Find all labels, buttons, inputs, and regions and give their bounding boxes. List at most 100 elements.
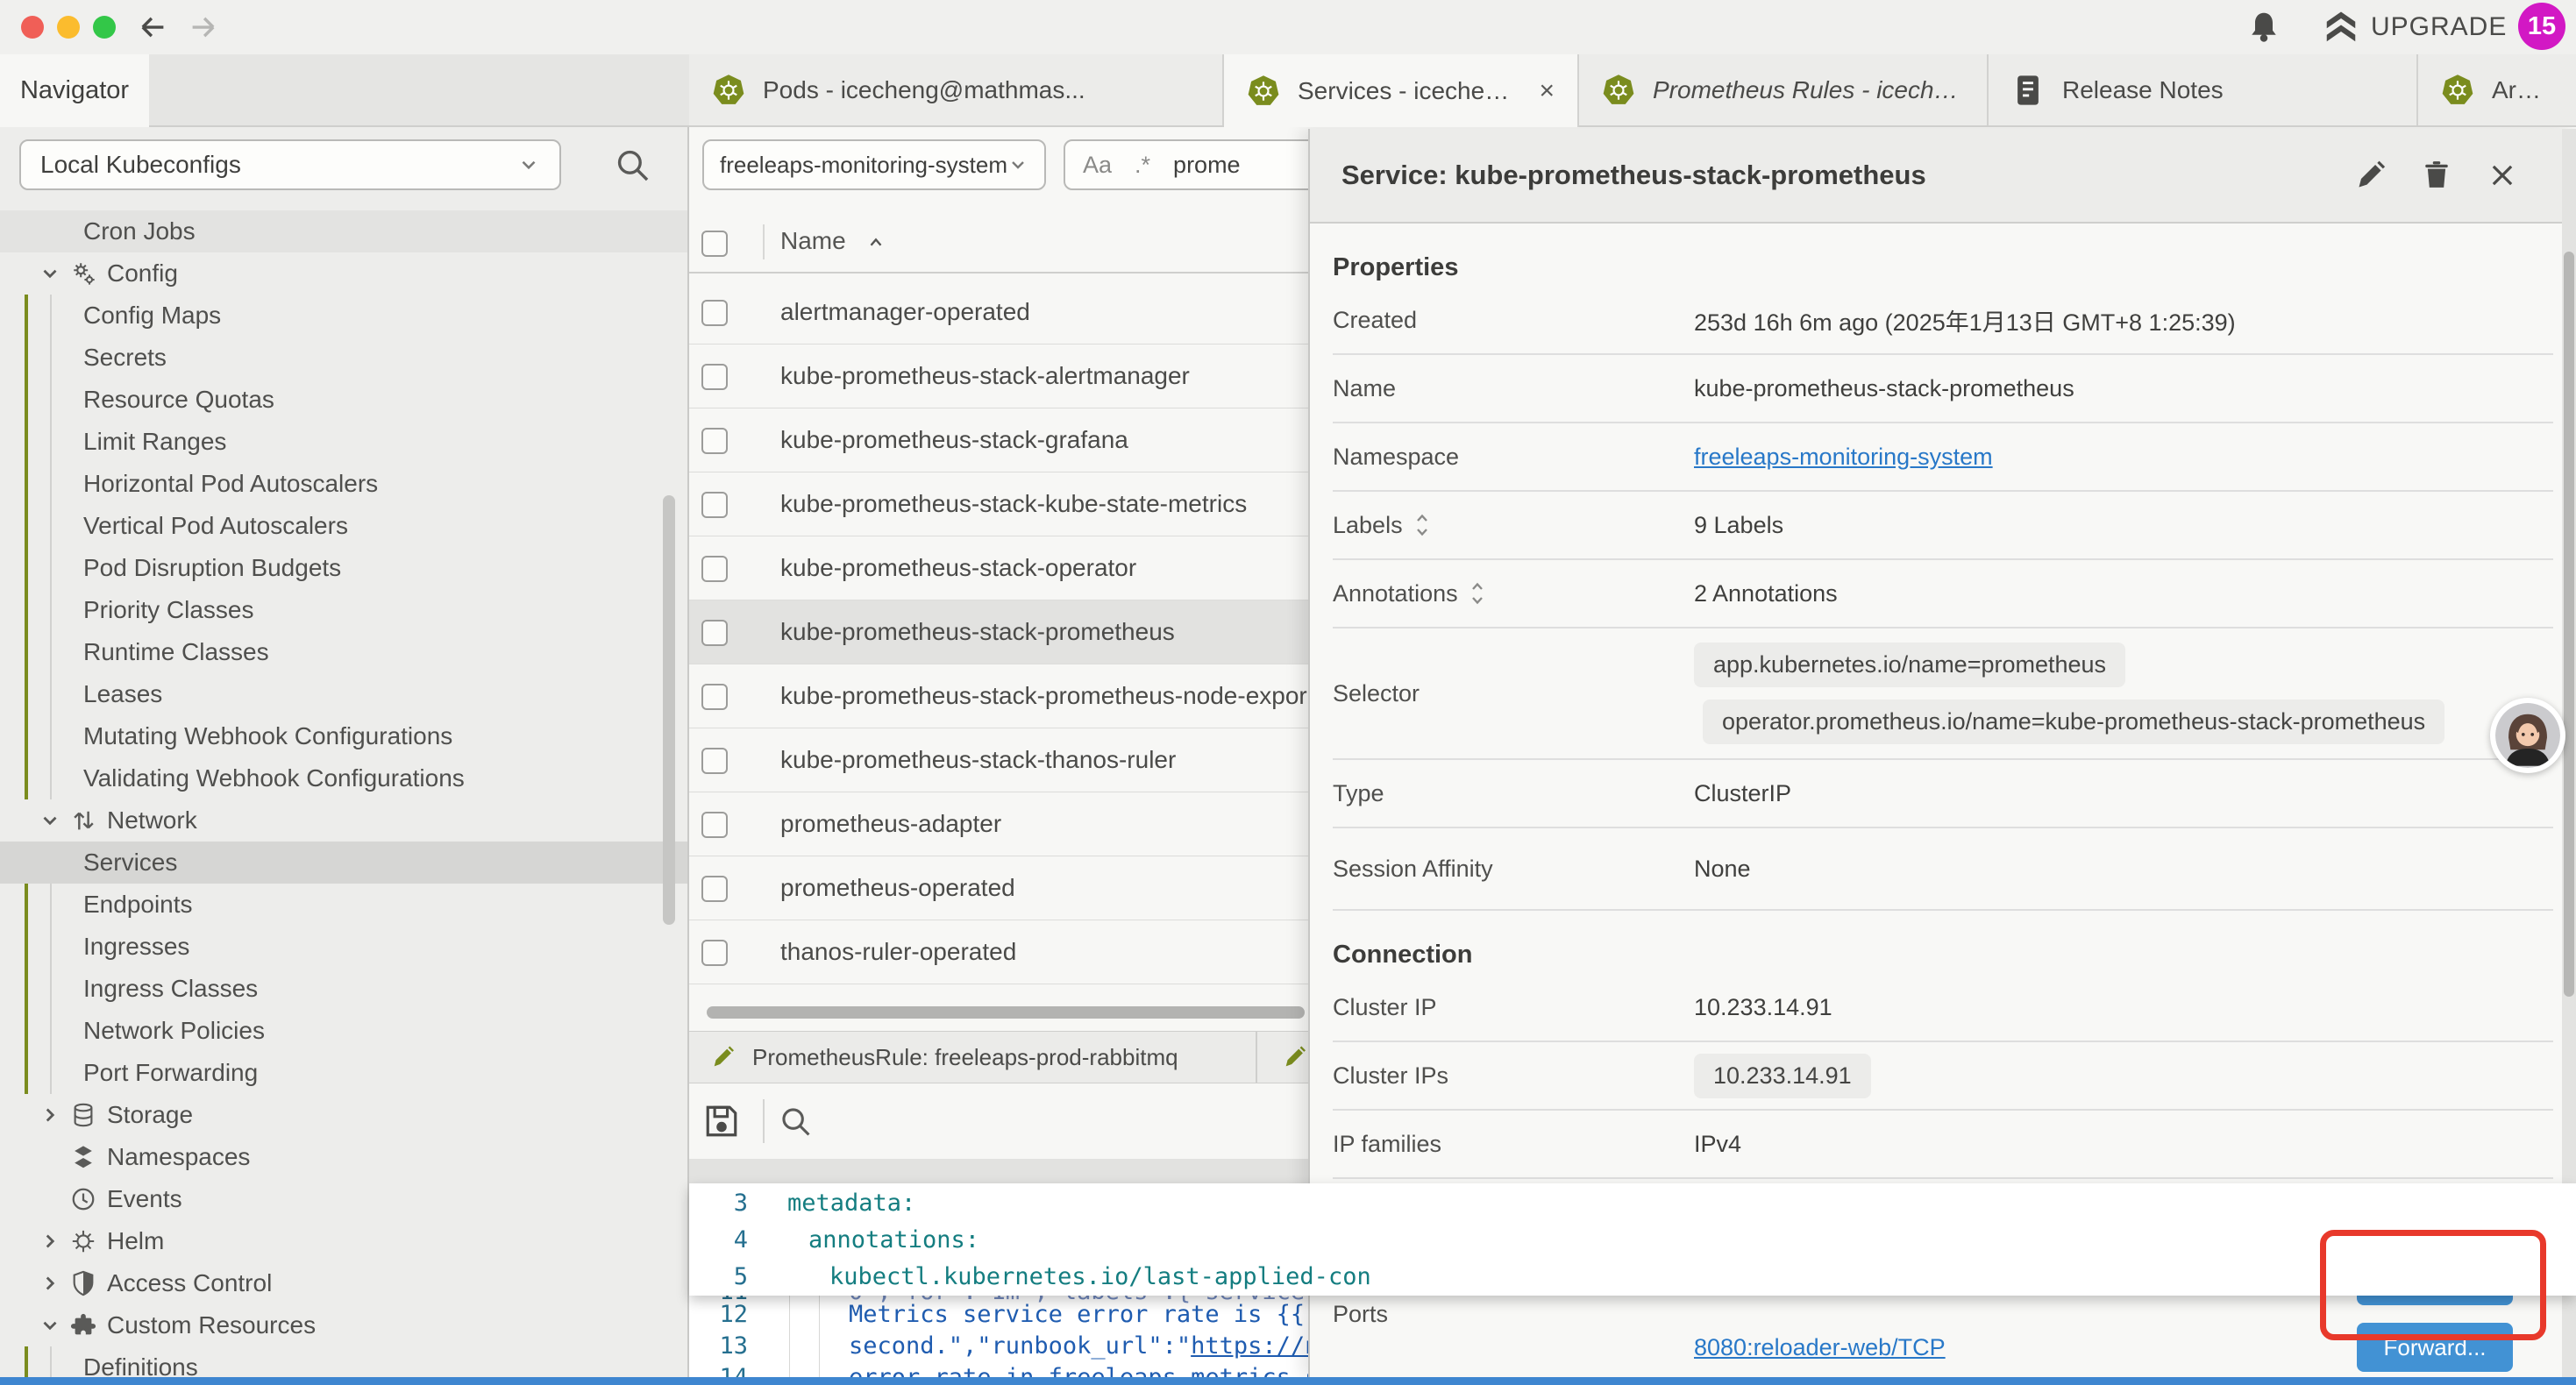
sidebar-item-pod-disruption-budgets[interactable]: Pod Disruption Budgets — [0, 547, 687, 589]
sidebar-item-ingress-classes[interactable]: Ingress Classes — [0, 968, 687, 1010]
line-number: 5 — [689, 1263, 748, 1290]
row-checkbox[interactable] — [701, 748, 728, 774]
save-icon[interactable] — [703, 1103, 740, 1140]
sidebar-item-label: Ingress Classes — [83, 975, 258, 1003]
forward-button[interactable]: Forward... — [2357, 1323, 2513, 1372]
assistant-avatar[interactable] — [2490, 698, 2565, 773]
sort-icon[interactable] — [1470, 580, 1484, 607]
sort-ascending-icon[interactable] — [866, 233, 886, 252]
tab-services-icecheng-math[interactable]: Services - icecheng@math...× — [1224, 54, 1579, 127]
sidebar-item-priority-classes[interactable]: Priority Classes — [0, 589, 687, 631]
sidebar-item-leases[interactable]: Leases — [0, 673, 687, 715]
sidebar-item-label: Events — [107, 1185, 182, 1213]
chevron-down-icon — [39, 262, 61, 285]
sidebar-item-network[interactable]: Network — [0, 799, 687, 842]
selector-chip: operator.prometheus.io/name=kube-prometh… — [1703, 700, 2444, 744]
match-case-icon[interactable]: Aa — [1083, 152, 1112, 179]
namespace-selector[interactable]: freeleaps-monitoring-system — [702, 139, 1046, 190]
kubeconfig-selector[interactable]: Local Kubeconfigs — [19, 139, 561, 190]
editor-tab-prometheusrule[interactable]: PrometheusRule: freeleaps-prod-rabbitmq — [689, 1032, 1257, 1083]
row-checkbox[interactable] — [701, 364, 728, 390]
sidebar-item-network-policies[interactable]: Network Policies — [0, 1010, 687, 1052]
sidebar-item-access-control[interactable]: Access Control — [0, 1262, 687, 1304]
horizontal-scrollbar-thumb[interactable] — [707, 1006, 1305, 1019]
back-arrow-icon[interactable] — [137, 11, 168, 43]
close-icon[interactable] — [2487, 160, 2518, 191]
row-checkbox[interactable] — [701, 620, 728, 646]
sidebar-item-namespaces[interactable]: Namespaces — [0, 1136, 687, 1178]
edit-pencil-icon[interactable] — [2355, 160, 2387, 191]
navigator-search-icon[interactable] — [614, 146, 651, 183]
sidebar-item-config[interactable]: Config — [0, 252, 687, 295]
sidebar-item-cron-jobs[interactable]: Cron Jobs — [0, 210, 687, 252]
row-checkbox[interactable] — [701, 300, 728, 326]
minimize-window-button[interactable] — [57, 16, 80, 39]
tab-pods-icecheng-mathmas[interactable]: Pods - icecheng@mathmas... — [689, 54, 1224, 125]
code-line: 4annotations: — [689, 1224, 2576, 1255]
navigator-panel-tab[interactable]: Navigator — [0, 54, 149, 127]
sidebar-item-secrets[interactable]: Secrets — [0, 337, 687, 379]
upgrade-icon[interactable] — [2323, 10, 2359, 45]
detail-label: Created — [1333, 307, 1417, 334]
tree-scrollbar-thumb[interactable] — [663, 495, 675, 925]
sidebar-item-custom-resources[interactable]: Custom Resources — [0, 1304, 687, 1346]
sidebar-item-horizontal-pod-autoscalers[interactable]: Horizontal Pod Autoscalers — [0, 463, 687, 505]
notifications-bell-icon[interactable] — [2246, 10, 2281, 45]
forward-arrow-icon[interactable] — [188, 11, 219, 43]
port-link[interactable]: 8080:reloader-web/TCP — [1694, 1334, 1946, 1361]
sidebar-item-label: Priority Classes — [83, 596, 253, 624]
row-checkbox[interactable] — [701, 812, 728, 838]
delete-trash-icon[interactable] — [2422, 160, 2451, 191]
sidebar-item-limit-ranges[interactable]: Limit Ranges — [0, 421, 687, 463]
select-all-checkbox[interactable] — [701, 231, 728, 257]
sidebar-item-config-maps[interactable]: Config Maps — [0, 295, 687, 337]
sidebar-item-ingresses[interactable]: Ingresses — [0, 926, 687, 968]
sort-icon[interactable] — [1415, 512, 1429, 538]
sidebar-item-port-forwarding[interactable]: Port Forwarding — [0, 1052, 687, 1094]
row-checkbox[interactable] — [701, 876, 728, 902]
row-checkbox[interactable] — [701, 492, 728, 518]
tab-argo-se[interactable]: Argo Se — [2418, 54, 2576, 125]
sidebar-item-services[interactable]: Services — [0, 842, 687, 884]
detail-row-cluster-ips: Cluster IPs10.233.14.91 — [1333, 1042, 2553, 1111]
sidebar-item-vertical-pod-autoscalers[interactable]: Vertical Pod Autoscalers — [0, 505, 687, 547]
row-checkbox[interactable] — [701, 428, 728, 454]
row-checkbox[interactable] — [701, 684, 728, 710]
detail-label: Ports — [1333, 1301, 1388, 1328]
chevron-down-icon — [1007, 154, 1028, 175]
sidebar-item-runtime-classes[interactable]: Runtime Classes — [0, 631, 687, 673]
detail-label: Session Affinity — [1333, 856, 1493, 883]
tab-release-notes[interactable]: Release Notes — [1989, 54, 2418, 125]
sidebar-item-definitions[interactable]: Definitions — [0, 1346, 687, 1378]
sidebar-item-label: Namespaces — [107, 1143, 250, 1171]
name-column-header[interactable]: Name — [780, 227, 846, 255]
sidebar-item-validating-webhook-configurations[interactable]: Validating Webhook Configurations — [0, 757, 687, 799]
maximize-window-button[interactable] — [93, 16, 116, 39]
detail-scrollbar-thumb[interactable] — [2564, 252, 2574, 997]
tab-prometheus-rules-icecheng[interactable]: Prometheus Rules - icecheng... — [1579, 54, 1989, 125]
sidebar-item-storage[interactable]: Storage — [0, 1094, 687, 1136]
edit-pencil-icon — [710, 1044, 737, 1070]
regex-icon[interactable]: .* — [1135, 152, 1150, 179]
sidebar-item-label: Custom Resources — [107, 1311, 316, 1339]
upgrade-button[interactable]: UPGRADE — [2371, 12, 2507, 42]
service-name: kube-prometheus-stack-prometheus-node-ex… — [780, 682, 1307, 710]
close-window-button[interactable] — [21, 16, 44, 39]
sidebar-item-resource-quotas[interactable]: Resource Quotas — [0, 379, 687, 421]
pencilGreen-icon — [1282, 1044, 1308, 1070]
sidebar-item-label: Validating Webhook Configurations — [83, 764, 465, 792]
editor-search-icon[interactable] — [779, 1104, 812, 1138]
sidebar-item-label: Network Policies — [83, 1017, 265, 1045]
namespace-link[interactable]: freeleaps-monitoring-system — [1694, 444, 1993, 470]
detail-value: kube-prometheus-stack-prometheus — [1694, 375, 2074, 401]
sidebar-item-events[interactable]: Events — [0, 1178, 687, 1220]
row-checkbox[interactable] — [701, 556, 728, 582]
notification-count-badge[interactable]: 15 — [2518, 3, 2565, 50]
sidebar-item-endpoints[interactable]: Endpoints — [0, 884, 687, 926]
sidebar-item-helm[interactable]: Helm — [0, 1220, 687, 1262]
close-tab-icon[interactable]: × — [1539, 76, 1555, 106]
toolbar-divider — [763, 1099, 765, 1143]
line-number: 13 — [689, 1332, 748, 1360]
sidebar-item-mutating-webhook-configurations[interactable]: Mutating Webhook Configurations — [0, 715, 687, 757]
row-checkbox[interactable] — [701, 940, 728, 966]
